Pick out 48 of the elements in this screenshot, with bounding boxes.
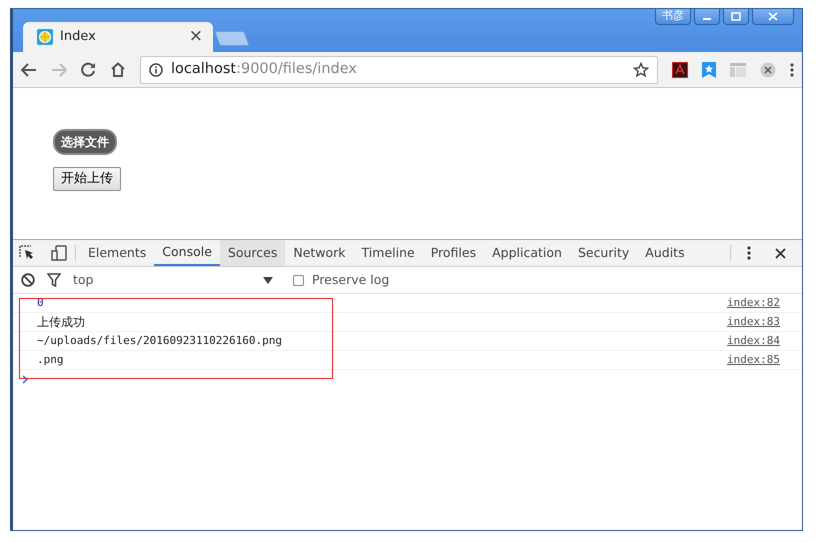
console-message: ~/uploads/files/20160923110226160.png: [37, 332, 282, 349]
preserve-log-checkbox[interactable]: [293, 274, 304, 286]
devtools-tab[interactable]: Profiles: [422, 240, 484, 266]
source-link[interactable]: index:83: [727, 314, 780, 330]
close-button[interactable]: [752, 9, 794, 25]
bookmark-star-icon[interactable]: [633, 62, 649, 78]
back-icon[interactable]: [21, 62, 37, 76]
context-dropdown[interactable]: top: [73, 270, 273, 290]
preserve-log-label: Preserve log: [312, 270, 390, 289]
choose-file-button[interactable]: 选择文件: [53, 129, 117, 155]
reload-icon[interactable]: [81, 62, 96, 77]
console-message: .png: [37, 352, 64, 368]
close-icon: [768, 12, 778, 21]
url-text: localhost:9000/files/index: [171, 60, 358, 79]
devtools-tab[interactable]: Elements: [80, 240, 154, 266]
browser-tab[interactable]: Index ×: [23, 22, 213, 52]
prompt-icon[interactable]: [22, 375, 28, 384]
device-icon[interactable]: [51, 245, 67, 261]
source-link[interactable]: index:84: [727, 332, 780, 350]
address-bar[interactable]: localhost:9000/files/index: [140, 56, 658, 84]
more-options-icon[interactable]: [747, 246, 751, 260]
filter-icon[interactable]: [47, 273, 61, 287]
console-message: 上传成功: [37, 314, 85, 331]
info-icon[interactable]: [149, 62, 163, 76]
home-icon[interactable]: [110, 62, 126, 77]
dropdown-arrow-icon: [263, 276, 273, 284]
devtools-tab[interactable]: Audits: [637, 240, 693, 266]
bookmark-extension-icon[interactable]: [702, 62, 716, 78]
devtools-tab[interactable]: Security: [570, 240, 638, 266]
devtools-tab[interactable]: Timeline: [354, 240, 423, 266]
clear-console-icon[interactable]: [21, 273, 35, 287]
inspect-icon[interactable]: [19, 245, 35, 261]
pdf-extension-icon[interactable]: [672, 62, 688, 78]
close-icon[interactable]: [775, 248, 786, 258]
devtools-tab[interactable]: Application: [484, 240, 570, 266]
favicon-icon: [37, 29, 53, 45]
maximize-icon: [731, 12, 741, 21]
upload-button[interactable]: 开始上传: [53, 167, 121, 190]
maximize-button[interactable]: [723, 9, 749, 25]
tab-close-button[interactable]: ×: [188, 24, 203, 50]
close-circle-icon[interactable]: [760, 62, 776, 78]
minimize-button[interactable]: [694, 9, 720, 25]
devtools-tab[interactable]: Sources: [220, 240, 286, 266]
source-link[interactable]: index:82: [727, 294, 780, 312]
source-link[interactable]: index:85: [727, 352, 780, 368]
tab-title: Index: [60, 28, 97, 46]
menu-icon[interactable]: [790, 62, 794, 76]
devtools-tab[interactable]: Network: [285, 240, 354, 266]
